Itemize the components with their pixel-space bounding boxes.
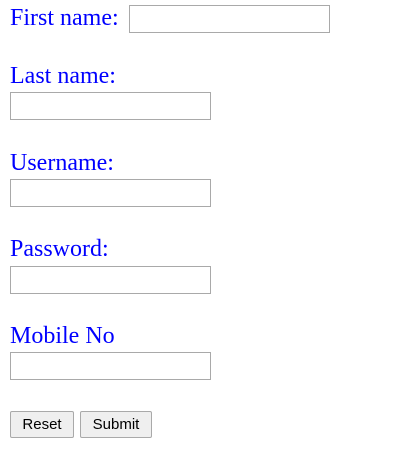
mobile-no-label: Mobile No: [10, 323, 115, 349]
submit-button[interactable]: Submit: [80, 411, 152, 438]
last-name-input[interactable]: [10, 92, 211, 120]
first-name-label: First name:: [10, 5, 119, 31]
password-input[interactable]: [10, 266, 211, 294]
username-input[interactable]: [10, 179, 211, 207]
password-label: Password:: [10, 236, 109, 262]
username-label: Username:: [10, 150, 114, 176]
first-name-input[interactable]: [129, 5, 330, 33]
mobile-no-input[interactable]: [10, 352, 211, 380]
reset-button[interactable]: Reset: [10, 411, 74, 438]
last-name-label: Last name:: [10, 63, 116, 89]
